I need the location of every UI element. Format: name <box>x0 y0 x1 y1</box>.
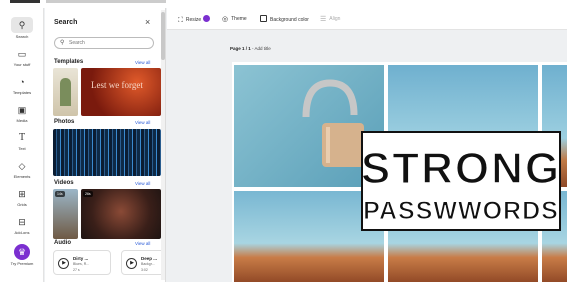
headline-line-2: PASSWWORDS <box>363 197 559 225</box>
rail-item-search[interactable]: ⚲ Search <box>0 14 44 40</box>
template-thumbnail[interactable] <box>53 68 78 116</box>
headline-text-box[interactable]: STRONG PASSWWORDS <box>361 131 561 231</box>
audio-section-title: Audio <box>54 240 71 246</box>
video-thumbnail[interactable]: 26s <box>81 189 161 239</box>
rail-item-label: Elements <box>13 174 31 179</box>
background-color-label: Background color <box>270 17 309 23</box>
rail-item-templates[interactable]: ◔ Templates <box>0 72 44 98</box>
rail-item-label: Add-ons <box>14 230 30 235</box>
rail-item-media[interactable]: ▣ Media <box>0 100 44 126</box>
videos-view-all-link[interactable]: View all <box>135 181 150 186</box>
canvas-toolbar: ⛶ Resize ◎ Theme Background color ☰ Align <box>167 8 567 30</box>
audio-track-title: Dirty ... <box>73 256 89 261</box>
grid-icon: ⊞ <box>18 189 26 199</box>
rail-item-your-stuff[interactable]: ▭ Your stuff <box>0 44 44 70</box>
audio-view-all-link[interactable]: View all <box>135 241 150 246</box>
search-input[interactable] <box>69 39 149 47</box>
search-icon: ⚲ <box>11 17 33 33</box>
add-title-link[interactable]: - Add title <box>251 46 271 51</box>
search-panel: Search × ⚲ Templates View all Lest we fo… <box>45 8 166 282</box>
resize-label: Resize <box>185 17 202 23</box>
left-rail: ⚲ Search ▭ Your stuff ◔ Templates ▣ Medi… <box>0 8 44 282</box>
resize-icon: ⛶ <box>178 17 183 24</box>
rail-item-label: Text <box>18 146 26 151</box>
videos-section-title: Videos <box>54 180 74 186</box>
close-icon[interactable]: × <box>145 17 150 27</box>
rail-item-label: Templates <box>12 90 32 95</box>
search-field[interactable]: ⚲ <box>54 37 154 49</box>
text-icon: T <box>18 132 26 143</box>
panel-scrollbar-thumb[interactable] <box>161 12 165 60</box>
rail-item-grids[interactable]: ⊞ Grids <box>0 184 44 210</box>
rail-item-label: Grids <box>17 202 27 207</box>
audio-track-artist: Backgr... <box>141 262 155 266</box>
templates-icon: ◔ <box>19 77 25 87</box>
media-icon: ▣ <box>17 105 27 115</box>
headline-line-1: STRONG <box>363 144 559 193</box>
rail-item-add-ons[interactable]: ⊟ Add-ons <box>0 212 44 238</box>
audio-track-title: Deep ... <box>141 256 158 261</box>
audio-track-card[interactable]: ▶ Dirty ... Blues, R... 27 s <box>53 250 111 275</box>
panel-title: Search <box>54 19 78 26</box>
folder-icon: ▭ <box>17 49 27 59</box>
headline-svg: STRONG PASSWWORDS <box>363 143 559 225</box>
align-label: Align <box>329 16 341 22</box>
rail-item-label: Your stuff <box>13 62 31 67</box>
elements-icon: ◇ <box>18 161 26 171</box>
audio-track-duration: 3:02 <box>141 268 148 272</box>
video-thumbnail[interactable]: 14s <box>53 189 78 239</box>
resize-button[interactable]: ⛶ Resize <box>178 15 211 25</box>
page-number: Page 1 / 1 <box>230 46 251 51</box>
align-button[interactable]: ☰ Align <box>320 15 340 23</box>
photos-section-title: Photos <box>54 119 75 125</box>
addons-icon: ⊟ <box>18 217 26 227</box>
templates-view-all-link[interactable]: View all <box>135 60 150 65</box>
templates-section-title: Templates <box>54 59 84 65</box>
top-strip <box>0 0 567 8</box>
play-icon[interactable]: ▶ <box>58 258 69 269</box>
theme-label: Theme <box>231 16 247 22</box>
audio-track-card[interactable]: ▶ Deep ... Backgr... 3:02 <box>121 250 165 275</box>
top-strip-mark <box>46 0 166 3</box>
top-strip-mark <box>10 0 40 3</box>
template-promo-text: Lest we forget <box>91 80 143 90</box>
background-color-button[interactable]: Background color <box>260 15 309 23</box>
rail-item-elements[interactable]: ◇ Elements <box>0 156 44 182</box>
theme-button[interactable]: ◎ Theme <box>222 15 247 23</box>
template-figure <box>60 78 71 106</box>
align-icon: ☰ <box>320 16 327 23</box>
premium-badge-icon <box>203 15 211 22</box>
rail-item-text[interactable]: T Text <box>0 128 44 154</box>
rail-item-label: Search <box>15 34 29 39</box>
rail-item-label: Media <box>16 118 28 123</box>
rail-item-try-premium[interactable]: ♛ Try Premium <box>0 242 44 272</box>
search-icon: ⚲ <box>60 40 65 46</box>
rail-item-label: Try Premium <box>10 261 34 266</box>
template-thumbnail[interactable]: Lest we forget <box>81 68 161 116</box>
audio-track-artist: Blues, R... <box>73 262 90 266</box>
page-label: Page 1 / 1 - Add title <box>230 46 271 51</box>
video-duration: 14s <box>55 191 65 197</box>
play-icon[interactable]: ▶ <box>126 258 137 269</box>
audio-track-duration: 27 s <box>73 268 80 272</box>
photo-thumbnail-network-cables[interactable] <box>53 129 161 176</box>
crown-icon: ♛ <box>14 244 30 260</box>
photos-view-all-link[interactable]: View all <box>135 120 150 125</box>
video-duration: 26s <box>83 191 93 197</box>
theme-icon: ◎ <box>222 16 229 23</box>
background-color-icon <box>260 15 267 22</box>
